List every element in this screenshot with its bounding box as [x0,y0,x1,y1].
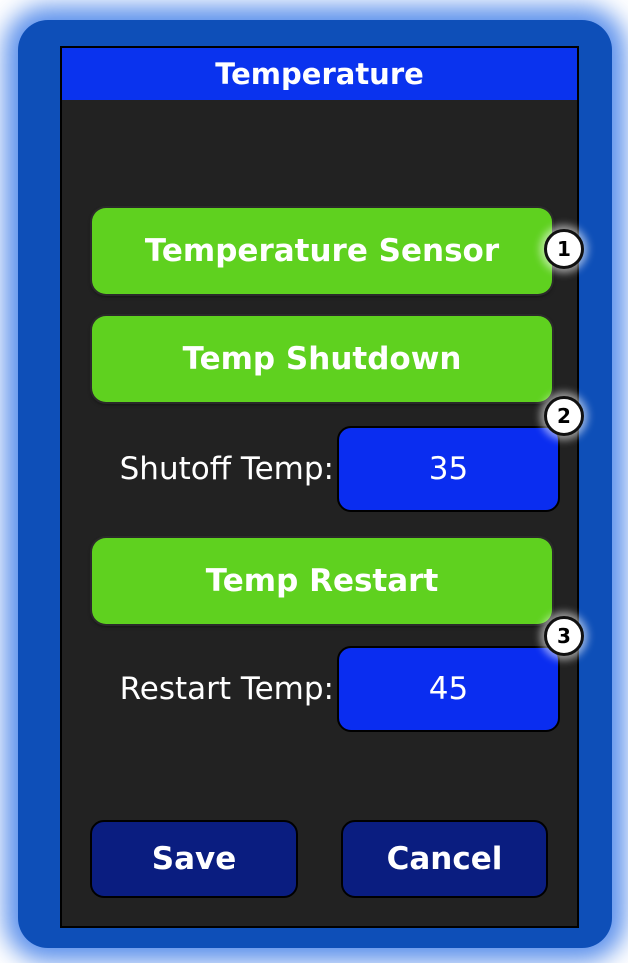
temperature-screen: Temperature Temperature Sensor Temp Shut… [60,46,579,928]
page-title: Temperature [62,48,577,100]
temp-restart-button[interactable]: Temp Restart [92,538,552,624]
save-button[interactable]: Save [90,820,298,898]
shutoff-temp-label: Shutoff Temp: [119,451,334,487]
restart-temp-label: Restart Temp: [119,671,334,707]
callout-marker-1: 1 [544,229,584,269]
callout-marker-3: 3 [544,616,584,656]
cancel-button[interactable]: Cancel [341,820,548,898]
temp-shutdown-button[interactable]: Temp Shutdown [92,316,552,402]
restart-temp-field[interactable]: 45 [337,646,560,732]
shutoff-temp-field[interactable]: 35 [337,426,560,512]
temperature-sensor-button[interactable]: Temperature Sensor [92,208,552,294]
callout-marker-2: 2 [544,396,584,436]
